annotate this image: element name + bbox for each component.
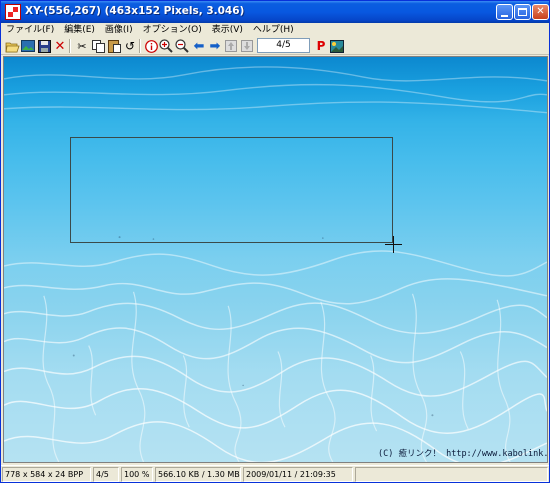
image-canvas[interactable]: (C) 癒リンク！ http://www.kabolink.com: [3, 56, 548, 463]
maximize-button[interactable]: [514, 4, 531, 20]
status-zoom: 100 %: [121, 467, 153, 482]
status-datetime: 2009/01/11 / 21:09:35: [243, 467, 353, 482]
arrow-right-icon[interactable]: ➡: [207, 38, 223, 54]
menu-view[interactable]: 表示(V): [207, 23, 248, 37]
zoom-out-icon[interactable]: [174, 38, 190, 54]
menu-edit[interactable]: 編集(E): [59, 23, 100, 37]
slideshow-icon[interactable]: [329, 38, 345, 54]
arrow-left-icon[interactable]: ⬅: [191, 38, 207, 54]
selection-rectangle[interactable]: [70, 137, 393, 243]
maximize-icon: [518, 8, 527, 16]
minimize-icon: [501, 14, 508, 17]
menu-bar: ファイル(F) 編集(E) 画像(I) オプション(O) 表示(V) ヘルプ(H…: [1, 23, 549, 37]
menu-file[interactable]: ファイル(F): [1, 23, 59, 37]
copy-icon[interactable]: [90, 38, 106, 54]
status-memory: 566.10 KB / 1.30 MB: [155, 467, 241, 482]
page-indicator[interactable]: 4/5: [257, 38, 310, 53]
open-folder-icon[interactable]: [4, 38, 20, 54]
delete-icon[interactable]: ✕: [52, 38, 68, 54]
status-dimensions: 778 x 584 x 24 BPP: [2, 467, 91, 482]
status-bar: 778 x 584 x 24 BPP 4/5 100 % 566.10 KB /…: [1, 465, 549, 482]
app-icon[interactable]: [5, 4, 21, 20]
menu-image[interactable]: 画像(I): [100, 23, 138, 37]
status-empty: [355, 467, 548, 482]
arrow-up-icon[interactable]: [223, 38, 239, 54]
save-icon[interactable]: [36, 38, 52, 54]
image-credit: (C) 癒リンク！ http://www.kabolink.com: [378, 449, 548, 459]
caustic-light-pattern: [4, 66, 547, 462]
title-bar[interactable]: XY-(556,267) (463x152 Pixels, 3.046) ✕: [1, 1, 549, 23]
zoom-in-icon[interactable]: [158, 38, 174, 54]
status-page: 4/5: [93, 467, 119, 482]
menu-options[interactable]: オプション(O): [138, 23, 207, 37]
undo-icon[interactable]: ↺: [122, 38, 138, 54]
cut-icon[interactable]: ✂: [74, 38, 90, 54]
toolbar: ✕ ✂ ↺ ⬅ ➡ 4/5 P: [1, 37, 549, 55]
crosshair-cursor-icon: [385, 236, 402, 253]
info-icon[interactable]: [143, 38, 159, 54]
toolbar-separator: [69, 39, 71, 53]
toolbar-separator: [139, 39, 141, 53]
menu-help[interactable]: ヘルプ(H): [248, 23, 299, 37]
close-button[interactable]: ✕: [532, 4, 549, 20]
print-icon[interactable]: P: [313, 38, 329, 54]
app-window: XY-(556,267) (463x152 Pixels, 3.046) ✕ フ…: [0, 0, 550, 483]
paste-icon[interactable]: [106, 38, 122, 54]
arrow-down-icon[interactable]: [239, 38, 255, 54]
window-title: XY-(556,267) (463x152 Pixels, 3.046): [25, 5, 245, 17]
image-icon[interactable]: [20, 38, 36, 54]
minimize-button[interactable]: [496, 4, 513, 20]
